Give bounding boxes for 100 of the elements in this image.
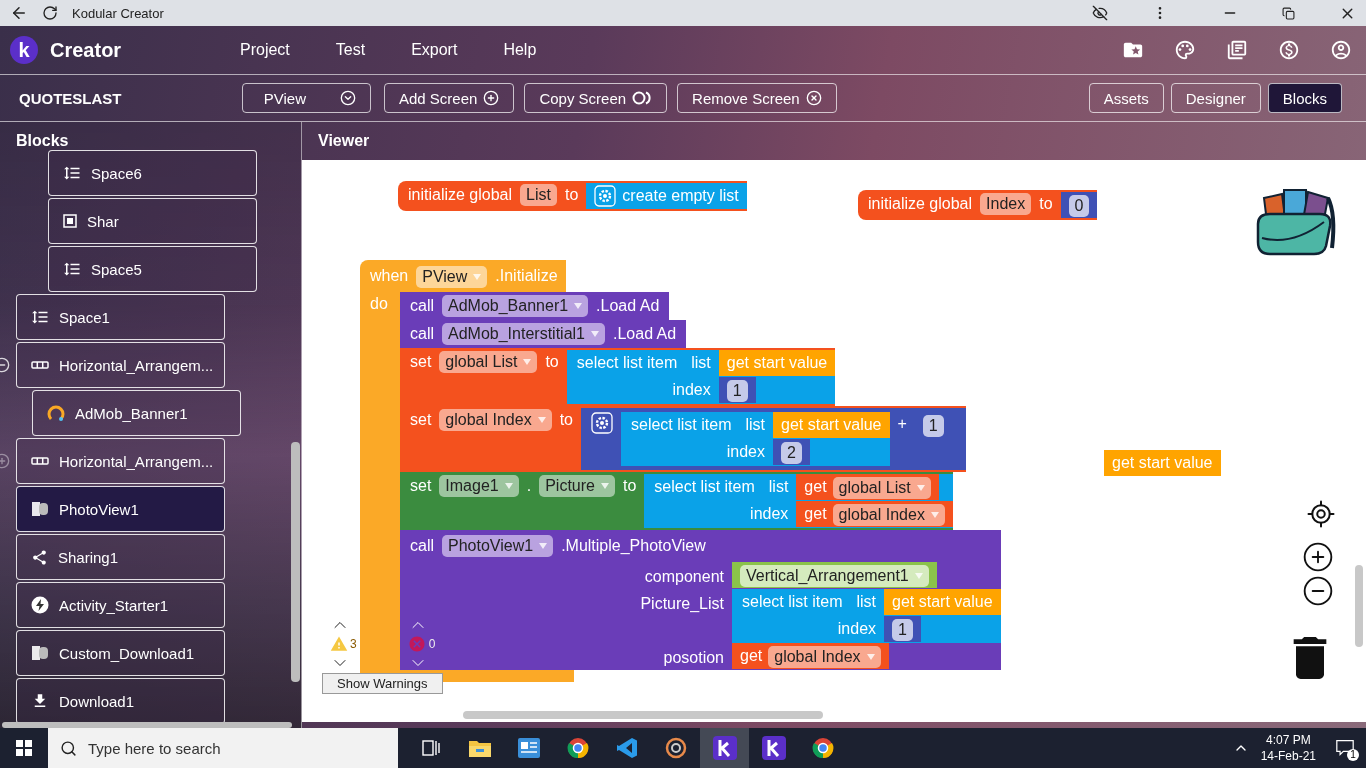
component-item[interactable]: Custom_Download1 [16, 630, 225, 676]
component-block[interactable]: Vertical_Arrangement1 [732, 562, 937, 588]
component-name: Shar [87, 212, 119, 230]
view-tab[interactable]: Assets [1088, 83, 1164, 113]
warning-count: 3 [349, 637, 358, 651]
component-name: Download1 [59, 692, 135, 710]
dropdown-field[interactable]: global List [832, 476, 931, 499]
get-variable-block[interactable]: get global Index [732, 643, 889, 669]
menu-item[interactable]: Export [411, 41, 458, 59]
panel-title: Viewer [317, 131, 371, 151]
number-field[interactable]: 1 [726, 379, 748, 402]
component-name: PhotoView1 [59, 500, 139, 518]
call-method-block[interactable]: call AdMob_Banner1 .Load Ad [400, 292, 670, 320]
screen-action-button[interactable]: Copy Screen [524, 83, 668, 113]
block-label: list [745, 415, 765, 435]
component-item[interactable]: Shar [48, 198, 257, 244]
block-label: select list item [742, 592, 843, 612]
dropdown-field[interactable]: AdMob_Interstitial1 [442, 323, 605, 345]
component-name: Custom_Download1 [59, 644, 195, 662]
block-label: to [564, 185, 579, 205]
clock[interactable]: 4:07 PM 14-Feb-21 [1260, 732, 1316, 764]
dropdown-field[interactable]: PView [416, 265, 488, 288]
screen-action-button[interactable]: Remove Screen [677, 83, 837, 113]
component-item[interactable]: AdMob_Banner1 [32, 390, 241, 436]
block-label: . [526, 476, 532, 496]
event-block[interactable]: when PView .Initialize [360, 260, 566, 292]
screen-action-button[interactable]: Add Screen [384, 83, 515, 113]
block-label: do [370, 295, 388, 312]
number-block[interactable]: 1 [718, 377, 756, 403]
view-tab[interactable]: Designer [1170, 83, 1261, 113]
component-item[interactable]: Space5 [48, 246, 257, 292]
dropdown-field[interactable]: Image1 [439, 475, 519, 497]
select-list-item-block[interactable]: select list item list get global List index get global Index [644, 474, 953, 528]
block-label: set [410, 352, 432, 372]
component-item[interactable]: Space6 [48, 150, 257, 196]
component-item[interactable]: Activity_Starter1 [16, 582, 225, 628]
set-variable-block[interactable]: set global Index to select list item list get start value index 2 + 1 [400, 406, 966, 472]
call-method-block[interactable]: call AdMob_Interstitial1 .Load Ad [400, 320, 687, 348]
number-field[interactable]: 2 [781, 441, 802, 464]
number-field[interactable]: 1 [922, 414, 944, 437]
search-field[interactable]: Type here to search [48, 728, 398, 768]
number-field[interactable]: 1 [892, 618, 913, 641]
block-label: when [370, 266, 409, 286]
view-tab[interactable]: Blocks [1267, 83, 1342, 113]
component-item[interactable]: Horizontal_Arrangem... [16, 342, 225, 388]
component-name: Space1 [59, 308, 110, 326]
number-field[interactable]: 0 [1068, 194, 1090, 217]
block-label: to [559, 410, 573, 430]
block-label: call [410, 296, 434, 316]
variable-name-field[interactable]: List [520, 184, 557, 206]
block-label: select list item [654, 477, 755, 497]
component-name: Horizontal_Arrangem... [59, 452, 214, 470]
component-name: Horizontal_Arrangem... [59, 356, 214, 374]
block-label: call [410, 324, 434, 344]
block-label: + [897, 414, 907, 434]
show-warnings-button[interactable]: Show Warnings [322, 673, 443, 694]
block-label: to [545, 352, 559, 372]
component-item[interactable]: Space1 [16, 294, 225, 340]
notification-button[interactable]: 1 [1330, 733, 1360, 763]
select-list-item-block[interactable]: select list item list get start value index 2 [621, 412, 890, 466]
math-add-block[interactable]: select list item list get start value index 2 + 1 [581, 408, 966, 470]
get-variable-block[interactable]: get global List [796, 474, 939, 500]
component-name: AdMob_Banner1 [75, 404, 188, 422]
dropdown-field[interactable]: global List [439, 351, 538, 373]
menu-item[interactable]: Help [503, 41, 537, 59]
block-label: set [410, 410, 432, 430]
initialize-global-block[interactable]: initialize global List to create empty list [398, 181, 747, 211]
block-label: index [837, 619, 877, 639]
block-label: index [672, 380, 711, 400]
block-label: Picture_List [640, 595, 724, 612]
block-label: posotion [663, 649, 724, 666]
dropdown-field[interactable]: PhotoView1 [442, 535, 554, 557]
component-name: Activity_Starter1 [59, 596, 169, 614]
set-property-block[interactable]: set Image1 . Picture to select list item list get global List index get global Index [400, 472, 953, 530]
screen-select[interactable]: PView [242, 83, 371, 113]
dropdown-field[interactable]: global Index [439, 409, 552, 431]
component-item[interactable]: Download1 [16, 678, 225, 724]
initialize-global-block[interactable]: initialize global Index to 0 [858, 190, 1098, 220]
number-block[interactable]: 0 [1060, 192, 1098, 218]
block-label: list [768, 477, 789, 497]
component-item[interactable]: Sharing1 [16, 534, 225, 580]
component-item[interactable]: PhotoView1 [16, 486, 225, 532]
dropdown-field[interactable]: Vertical_Arrangement1 [740, 564, 929, 587]
dropdown-field[interactable]: AdMob_Banner1 [442, 295, 589, 317]
menu-item[interactable]: Test [335, 41, 366, 59]
component-item[interactable]: Horizontal_Arrangem... [16, 438, 225, 484]
block-label: get [804, 504, 827, 524]
dropdown-field[interactable]: global Index [768, 645, 881, 668]
block-label: .Load Ad [613, 324, 678, 344]
menu-item[interactable]: Project [240, 41, 290, 59]
block-label: index [750, 504, 789, 524]
window-title: Kodular Creator [72, 5, 165, 21]
number-block[interactable]: 1 [884, 616, 921, 642]
dropdown-field[interactable]: Picture [539, 475, 615, 497]
select-list-item-block[interactable]: select list item list get start value index 1 [566, 350, 836, 404]
number-block[interactable]: 2 [773, 439, 810, 465]
get-variable-block[interactable]: get global Index [796, 501, 953, 527]
project-name: QUOTESLAST [19, 89, 123, 107]
variable-name-field[interactable]: Index [980, 193, 1032, 215]
dropdown-field[interactable]: global Index [832, 503, 945, 526]
